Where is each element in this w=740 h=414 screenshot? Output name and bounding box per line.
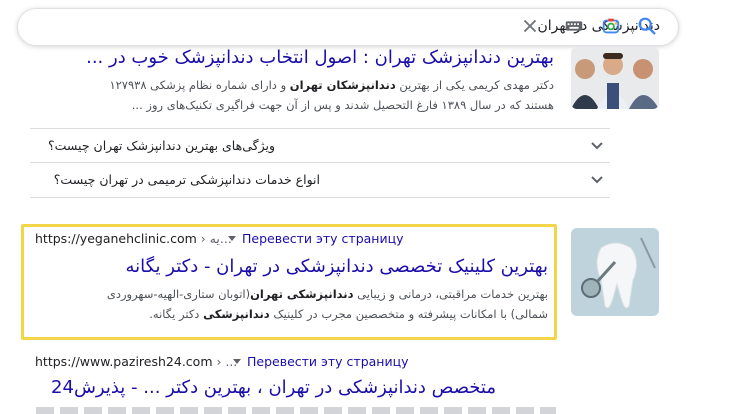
chevron-down-icon[interactable] — [590, 139, 604, 153]
chevron-down-icon[interactable] — [590, 173, 604, 187]
divider — [30, 128, 610, 129]
result-url[interactable]: https://yeganehclinic.com › یه... — [35, 231, 232, 246]
question-item[interactable]: ویژگی‌های بهترین دندانپزشک تهران چیست؟ — [30, 130, 610, 162]
question-item[interactable]: انواع خدمات دندانپزشکی ترمیمی در تهران چ… — [30, 164, 610, 196]
clear-icon[interactable] — [519, 15, 541, 37]
translate-link[interactable]: Перевести эту страницу — [247, 354, 409, 369]
result-title[interactable]: بهترین کلینیک تخصصی دندانپزشکی در تهران … — [30, 256, 548, 277]
result-url[interactable]: https://www.paziresh24.com › ... — [35, 354, 237, 369]
camera-search-icon[interactable] — [600, 15, 622, 37]
divider — [30, 162, 610, 163]
clipped-snippet — [36, 407, 556, 414]
result-snippet: دکتر مهدی کریمی یکی از بهترین دندانپزشکا… — [109, 78, 554, 112]
question-label: انواع خدمات دندانپزشکی ترمیمی در تهران چ… — [53, 172, 320, 187]
result-thumbnail[interactable] — [571, 47, 659, 109]
caret-down-icon[interactable] — [228, 236, 236, 242]
caret-down-icon[interactable] — [233, 359, 241, 365]
result-title[interactable]: متخصص دندانپزشکی در تهران ، بهترین دکتر … — [30, 377, 496, 398]
translate-link[interactable]: Перевести эту страницу — [242, 231, 404, 246]
result-thumbnail[interactable] — [571, 228, 659, 316]
question-label: ویژگی‌های بهترین دندانپزشک تهران چیست؟ — [47, 138, 275, 153]
search-bar[interactable]: دندانپزشکی در تهران — [17, 8, 679, 46]
search-icon[interactable] — [636, 15, 658, 37]
result-title[interactable]: بهترین دندانپزشک تهران : اصول انتخاب دند… — [30, 47, 554, 68]
result-snippet: بهترین خدمات مراقبتی، درمانی و زیبایی دن… — [106, 287, 548, 321]
keyboard-icon[interactable] — [563, 15, 585, 37]
divider — [30, 197, 610, 198]
